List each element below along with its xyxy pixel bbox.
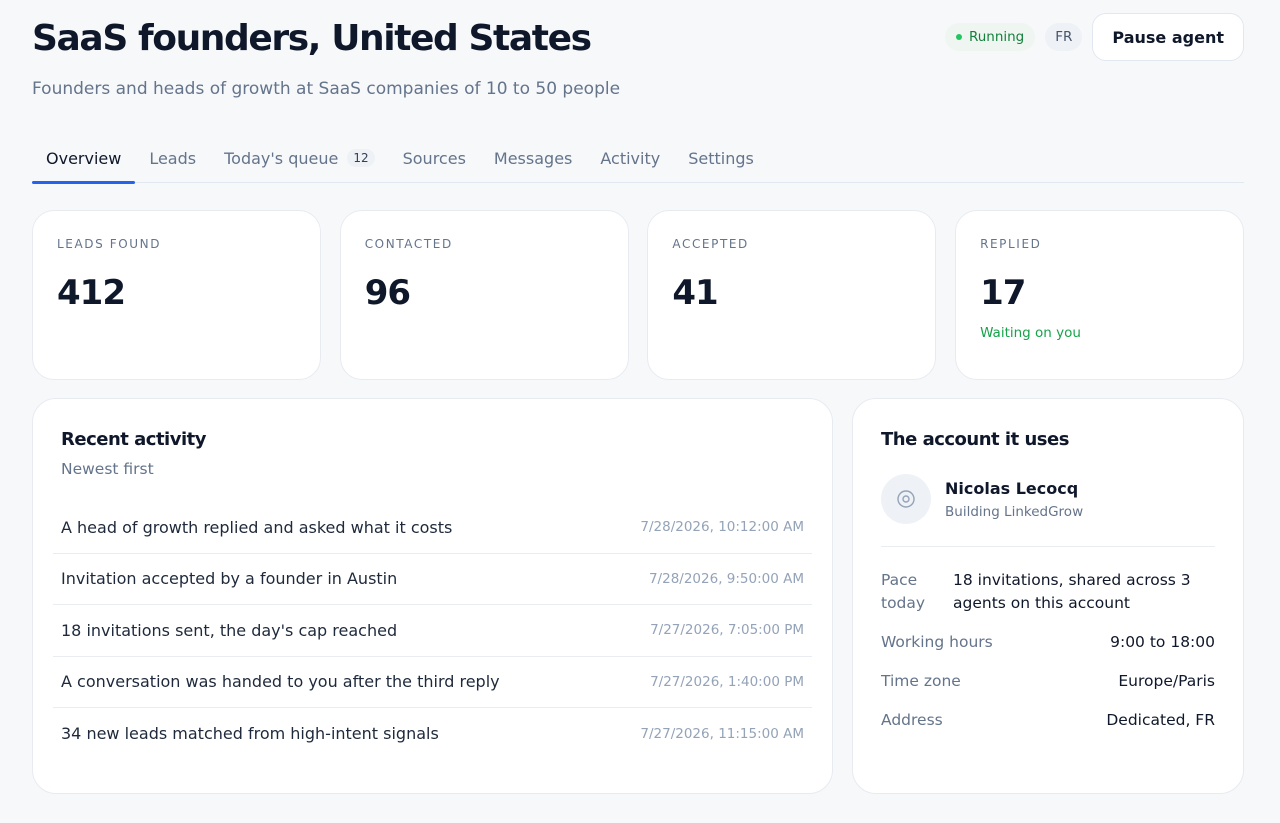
detail-row-time-zone: Time zone Europe/Paris xyxy=(881,670,1215,693)
account-card: The account it uses Nicolas Lecocq Build… xyxy=(852,398,1244,794)
stat-value: 412 xyxy=(57,273,126,313)
status-label: Running xyxy=(968,29,1025,45)
activity-item[interactable]: 34 new leads matched from high-intent si… xyxy=(53,708,812,760)
tab-leads[interactable]: Leads xyxy=(135,134,210,182)
tab-label: Settings xyxy=(688,148,754,168)
activity-item[interactable]: A head of growth replied and asked what … xyxy=(53,502,812,554)
detail-label: Working hours xyxy=(881,633,993,651)
activity-text: A head of growth replied and asked what … xyxy=(61,517,453,537)
stats-row: LEADS FOUND 412 CONTACTED 96 ACCEPTED 41… xyxy=(32,210,1245,380)
waiting-on-you-note: Waiting on you xyxy=(980,325,1081,341)
stat-value: 17 xyxy=(980,273,1026,313)
tab-messages[interactable]: Messages xyxy=(480,134,586,182)
stat-card-accepted: ACCEPTED 41 xyxy=(647,210,937,380)
tab-settings[interactable]: Settings xyxy=(674,134,768,182)
stat-label: CONTACTED xyxy=(364,237,453,251)
card-subtitle: Newest first xyxy=(61,460,154,478)
detail-label: Pace today xyxy=(881,571,926,612)
stat-label: LEADS FOUND xyxy=(57,237,162,251)
stat-value: 41 xyxy=(672,273,718,313)
queue-count-badge: 12 xyxy=(347,149,375,167)
pause-agent-button[interactable]: Pause agent xyxy=(1092,13,1244,61)
stat-card-contacted: CONTACTED 96 xyxy=(339,210,629,380)
account-profile: Nicolas Lecocq Building LinkedGrow xyxy=(881,474,1215,547)
activity-timestamp: 7/27/2026, 1:40:00 PM xyxy=(650,673,804,690)
activity-text: 34 new leads matched from high-intent si… xyxy=(61,724,439,744)
avatar xyxy=(881,474,931,524)
header-actions: Running FR Pause agent xyxy=(944,13,1244,61)
activity-timestamp: 7/28/2026, 9:50:00 AM xyxy=(648,570,804,587)
activity-timestamp: 7/27/2026, 7:05:00 PM xyxy=(650,622,804,639)
tab-label: Overview xyxy=(46,148,122,168)
detail-row-working-hours: Working hours 9:00 to 18:00 xyxy=(881,631,1215,654)
tab-activity[interactable]: Activity xyxy=(586,134,674,182)
tab-todays-queue[interactable]: Today's queue 12 xyxy=(210,134,389,182)
activity-list: A head of growth replied and asked what … xyxy=(53,502,812,760)
detail-value: Europe/Paris xyxy=(1118,672,1215,690)
card-title: Recent activity xyxy=(61,429,206,450)
detail-value: 18 invitations, shared across 3 agents o… xyxy=(953,571,1191,612)
status-dot-icon xyxy=(955,34,962,40)
activity-item[interactable]: 18 invitations sent, the day's cap reach… xyxy=(53,605,812,657)
stat-card-replied[interactable]: REPLIED 17 Waiting on you xyxy=(955,210,1245,380)
target-icon xyxy=(897,490,915,508)
status-badge: Running xyxy=(944,23,1036,51)
tab-label: Sources xyxy=(402,148,466,168)
activity-text: Invitation accepted by a founder in Aust… xyxy=(61,569,398,589)
stat-value: 96 xyxy=(364,273,411,313)
activity-timestamp: 7/27/2026, 11:15:00 AM xyxy=(640,725,804,742)
detail-row-pace: Pace today 18 invitations, shared across… xyxy=(881,569,1215,615)
activity-text: A conversation was handed to you after t… xyxy=(61,672,500,692)
language-badge: FR xyxy=(1045,23,1083,51)
account-details: Pace today 18 invitations, shared across… xyxy=(881,569,1215,732)
page-subtitle: Founders and heads of growth at SaaS com… xyxy=(32,79,621,99)
stat-card-leads-found: LEADS FOUND 412 xyxy=(32,210,321,380)
tab-sources[interactable]: Sources xyxy=(389,134,480,182)
activity-text: 18 invitations sent, the day's cap reach… xyxy=(61,620,398,640)
page-title: SaaS founders, United States xyxy=(32,18,592,59)
detail-value: Dedicated, FR xyxy=(1106,711,1215,729)
stat-label: ACCEPTED xyxy=(672,237,749,251)
detail-label: Address xyxy=(881,711,943,729)
detail-row-address: Address Dedicated, FR xyxy=(881,709,1215,732)
card-title: The account it uses xyxy=(881,429,1069,450)
tab-label: Leads xyxy=(149,148,197,168)
activity-item[interactable]: Invitation accepted by a founder in Aust… xyxy=(53,554,812,605)
tab-label: Messages xyxy=(493,148,573,168)
detail-label: Time zone xyxy=(881,672,961,690)
tab-label: Activity xyxy=(600,148,661,168)
recent-activity-card: Recent activity Newest first A head of g… xyxy=(32,398,833,794)
detail-value: 9:00 to 18:00 xyxy=(1110,633,1215,651)
tab-bar: Overview Leads Today's queue 12 Sources … xyxy=(32,134,1244,184)
tab-overview[interactable]: Overview xyxy=(32,134,136,184)
activity-item[interactable]: A conversation was handed to you after t… xyxy=(53,657,812,708)
tab-label: Today's queue xyxy=(224,148,339,168)
activity-timestamp: 7/28/2026, 10:12:00 AM xyxy=(640,519,804,536)
account-name: Nicolas Lecocq xyxy=(945,478,1079,498)
account-role: Building LinkedGrow xyxy=(945,503,1084,520)
stat-label: REPLIED xyxy=(980,237,1042,251)
